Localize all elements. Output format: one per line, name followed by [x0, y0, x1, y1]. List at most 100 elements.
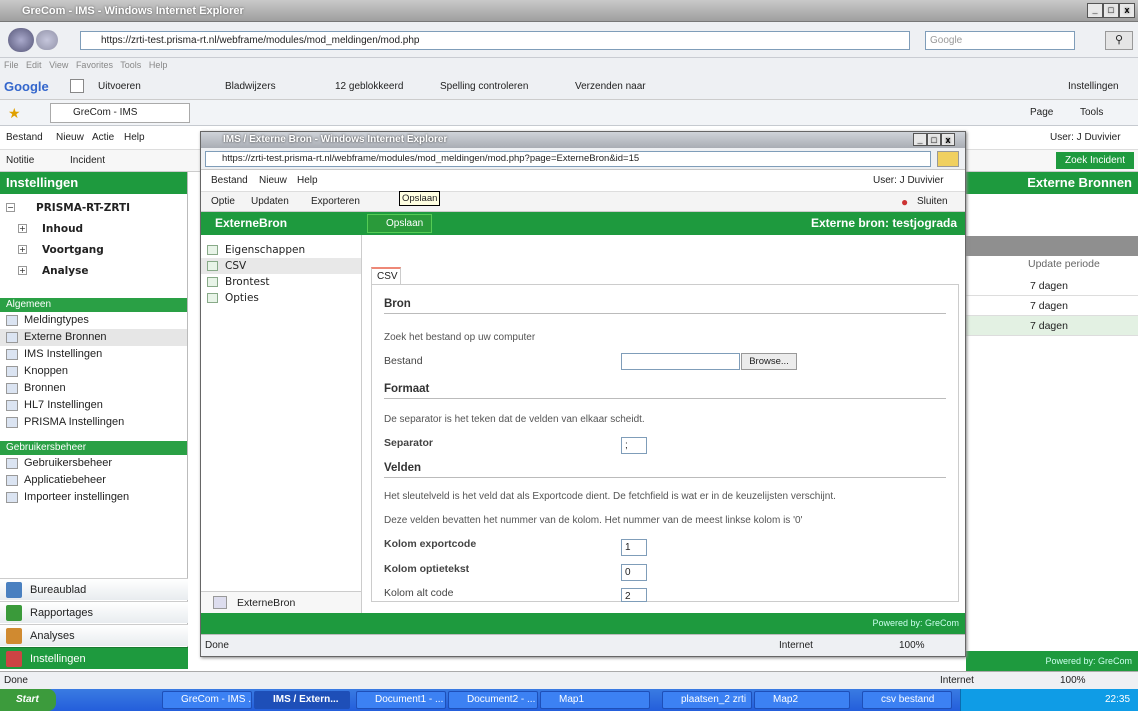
- menu-tools[interactable]: Tools: [120, 60, 141, 70]
- opslaan-button[interactable]: Opslaan: [367, 214, 433, 233]
- uitvoeren-button[interactable]: Uitvoeren: [98, 73, 141, 100]
- zoek-incident-button[interactable]: Zoek Incident: [1056, 152, 1134, 169]
- app-menu-bestand[interactable]: Bestand: [6, 126, 43, 150]
- task-ims-extern[interactable]: IMS / Extern...: [254, 691, 350, 709]
- popup-menu-nieuw[interactable]: Nieuw: [259, 170, 287, 192]
- menu-favorites[interactable]: Favorites: [76, 60, 113, 70]
- task-map2[interactable]: Map2: [754, 691, 850, 709]
- nav-csv[interactable]: CSV: [201, 258, 361, 274]
- task-document1[interactable]: Document1 - ...: [356, 691, 446, 709]
- popup-close-button[interactable]: x: [941, 133, 955, 146]
- kolom-alt-input[interactable]: 2: [621, 588, 647, 602]
- start-button[interactable]: Start: [0, 689, 56, 711]
- maximize-button[interactable]: □: [1103, 3, 1119, 18]
- popup-zone: Internet: [779, 640, 813, 651]
- close-button[interactable]: x: [1119, 3, 1135, 18]
- nav-brontest[interactable]: Brontest: [201, 274, 361, 290]
- app-user: User: J Duvivier: [1050, 132, 1121, 143]
- sluiten-button[interactable]: Sluiten: [917, 192, 948, 212]
- blocked-popups-button[interactable]: 12 geblokkeerd: [335, 73, 403, 100]
- search-input[interactable]: Google: [925, 31, 1075, 50]
- popup-maximize-button[interactable]: □: [927, 133, 941, 146]
- popup-minimize-button[interactable]: _: [913, 133, 927, 146]
- kolom-optietekst-input[interactable]: 0: [621, 564, 647, 581]
- rapportages-button[interactable]: Rapportages: [0, 601, 188, 623]
- task-csv-bestand[interactable]: csv bestand: [862, 691, 952, 709]
- task-plaatsen[interactable]: plaatsen_2 zrti: [662, 691, 752, 709]
- popup-powered-by: Powered by: GreCom: [201, 613, 965, 634]
- separator-input[interactable]: ;: [621, 437, 647, 454]
- ie-title: GreCom - IMS - Windows Internet Explorer: [22, 5, 244, 17]
- bureaublad-button[interactable]: Bureaublad: [0, 578, 188, 600]
- tree-root[interactable]: − PRISMA-RT-ZRTI: [0, 198, 187, 219]
- task-map1[interactable]: Map1: [540, 691, 650, 709]
- table-row[interactable]: 7 dagen: [966, 316, 1138, 336]
- column-header-update: Update periode: [1028, 258, 1100, 270]
- sidebar-item-meldingtypes[interactable]: Meldingtypes: [0, 312, 187, 329]
- bron-title: Bron: [384, 298, 946, 314]
- tools-menu[interactable]: Tools: [1080, 100, 1103, 126]
- tab-grecom[interactable]: GreCom - IMS: [50, 103, 190, 123]
- sidebar-item-externe-bronnen[interactable]: Externe Bronnen: [0, 329, 187, 346]
- velden-text-2: Deze velden bevatten het nummer van de k…: [384, 515, 803, 526]
- table-row[interactable]: 7 dagen: [966, 296, 1138, 316]
- sidebar-item-hl7[interactable]: HL7 Instellingen: [0, 397, 187, 414]
- incident-button[interactable]: Incident: [70, 150, 105, 172]
- sidebar-item-gebruikersbeheer[interactable]: Gebruikersbeheer: [0, 455, 187, 472]
- sidebar-item-applicatiebeheer[interactable]: Applicatiebeheer: [0, 472, 187, 489]
- lock-icon[interactable]: [937, 151, 959, 167]
- minimize-button[interactable]: _: [1087, 3, 1103, 18]
- page-menu[interactable]: Page: [1030, 100, 1053, 126]
- menu-file[interactable]: File: [4, 60, 19, 70]
- nav-opties[interactable]: Opties: [201, 290, 361, 306]
- popup-menu-bestand[interactable]: Bestand: [211, 170, 248, 192]
- kolom-exportcode-input[interactable]: 1: [621, 539, 647, 556]
- popup-zoom[interactable]: 100%: [899, 635, 925, 657]
- bestand-input[interactable]: [621, 353, 740, 370]
- tree-inhoud[interactable]: + Inhoud: [0, 219, 187, 240]
- back-button[interactable]: [8, 28, 34, 52]
- app-menu-help[interactable]: Help: [124, 126, 145, 150]
- menu-edit[interactable]: Edit: [26, 60, 42, 70]
- popup-menu-help[interactable]: Help: [297, 170, 318, 192]
- optie-button[interactable]: Optie: [211, 192, 235, 212]
- instellingen-nav-button[interactable]: Instellingen: [0, 647, 188, 669]
- popup-user: User: J Duvivier: [873, 175, 944, 186]
- task-grecom[interactable]: GreCom - IMS ...: [162, 691, 252, 709]
- sidebar-item-knoppen[interactable]: Knoppen: [0, 363, 187, 380]
- tree-voortgang[interactable]: + Voortgang: [0, 240, 187, 261]
- sidebar-item-bronnen[interactable]: Bronnen: [0, 380, 187, 397]
- bladwijzers-button[interactable]: Bladwijzers: [225, 73, 276, 100]
- sidebar-item-importeer[interactable]: Importeer instellingen: [0, 489, 187, 506]
- menu-help[interactable]: Help: [149, 60, 168, 70]
- popup-title-bar: IMS / Externe Bron - Windows Internet Ex…: [201, 132, 965, 148]
- app-menu-actie[interactable]: Actie: [92, 126, 114, 150]
- task-document2[interactable]: Document2 - ...: [448, 691, 538, 709]
- tree-analyse[interactable]: + Analyse: [0, 261, 187, 282]
- forward-button[interactable]: [36, 30, 58, 50]
- analyses-button[interactable]: Analyses: [0, 624, 188, 646]
- dropdown-icon[interactable]: [70, 79, 84, 93]
- notitie-button[interactable]: Notitie: [6, 150, 34, 172]
- favorites-star-icon[interactable]: ★: [8, 100, 21, 126]
- table-row[interactable]: 7 dagen: [966, 276, 1138, 296]
- search-icon[interactable]: ⚲: [1105, 31, 1133, 50]
- sidebar-item-prisma[interactable]: PRISMA Instellingen: [0, 414, 187, 431]
- popup-toolbar: Optie Updaten Exporteren ● Sluiten: [201, 192, 965, 212]
- popup-url-input[interactable]: https://zrti-test.prisma-rt.nl/webframe/…: [205, 151, 931, 167]
- updaten-button[interactable]: Updaten: [251, 192, 289, 212]
- kolom-optietekst-label: Kolom optietekst: [384, 563, 470, 575]
- spelling-button[interactable]: Spelling controleren: [440, 73, 528, 100]
- verzenden-button[interactable]: Verzenden naar: [575, 73, 646, 100]
- app-menu-nieuw[interactable]: Nieuw: [56, 126, 84, 150]
- browse-button[interactable]: Browse...: [741, 353, 797, 370]
- instellingen-button[interactable]: Instellingen: [1068, 73, 1119, 100]
- nav-bottom-externebron[interactable]: ExterneBron: [201, 591, 361, 613]
- url-input[interactable]: https://zrti-test.prisma-rt.nl/webframe/…: [80, 31, 910, 50]
- menu-view[interactable]: View: [49, 60, 68, 70]
- zoom-level[interactable]: 100%: [1060, 672, 1086, 690]
- nav-eigenschappen[interactable]: Eigenschappen: [201, 242, 361, 258]
- exporteren-button[interactable]: Exporteren: [311, 192, 360, 212]
- sidebar-item-ims-instellingen[interactable]: IMS Instellingen: [0, 346, 187, 363]
- tab-csv[interactable]: CSV: [371, 267, 401, 284]
